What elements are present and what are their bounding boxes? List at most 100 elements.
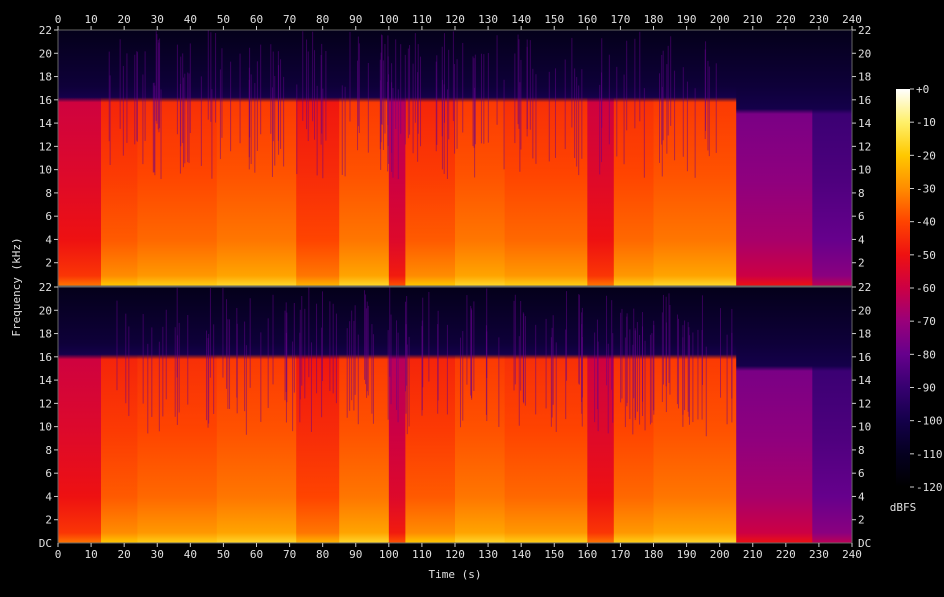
spectro-streak — [462, 42, 464, 133]
spectro-streak — [666, 64, 668, 154]
y-tick-label-right: 20 — [858, 304, 871, 317]
spectro-streak — [187, 314, 189, 405]
spectro-streak — [322, 88, 324, 179]
spectro-streak — [524, 316, 526, 406]
spectro-streak — [564, 59, 566, 150]
spectro-streak — [387, 330, 389, 420]
spectro-streak — [612, 333, 614, 423]
x-tick-label-bottom: 220 — [776, 548, 796, 561]
spectro-streak — [414, 33, 416, 123]
spectro-streak — [407, 48, 409, 139]
spectro-streak — [456, 59, 458, 149]
x-tick-label-bottom: 30 — [151, 548, 164, 561]
spectro-streak — [653, 320, 655, 411]
colorbar — [896, 89, 910, 487]
spectro-streak — [670, 36, 672, 126]
spectro-streak — [226, 299, 228, 389]
spectro-streak — [189, 43, 191, 134]
spectro-streak — [278, 65, 280, 155]
x-tick-label-top: 80 — [316, 13, 329, 26]
spectro-streak — [222, 287, 224, 378]
spectro-segment-ch2-13 — [736, 287, 813, 543]
x-tick-label-top: 150 — [544, 13, 564, 26]
colorbar-tick-label: -120 — [916, 481, 943, 494]
spectro-streak — [151, 327, 153, 417]
x-tick-label-bottom: 120 — [445, 548, 465, 561]
spectro-streak — [682, 67, 684, 157]
spectro-streak — [388, 74, 390, 164]
y-tick-label-left: 6 — [45, 467, 52, 480]
y-tick-label-right: 16 — [858, 94, 871, 107]
spectro-streak — [272, 294, 274, 385]
spectro-streak — [555, 342, 557, 432]
spectro-streak — [686, 81, 688, 172]
x-tick-label-top: 110 — [412, 13, 432, 26]
spectro-streak — [687, 322, 689, 412]
y-tick-label-right: 18 — [858, 328, 871, 341]
x-tick-label-bottom: 90 — [349, 548, 362, 561]
spectro-streak — [446, 324, 448, 415]
spectro-streak — [674, 70, 676, 161]
spectro-streak — [316, 85, 318, 176]
spectro-segment-ch1-9 — [504, 30, 588, 286]
spectro-streak — [154, 85, 156, 176]
spectro-streak — [523, 313, 525, 404]
spectro-streak — [535, 324, 537, 415]
spectro-streak — [513, 300, 515, 391]
x-tick-label-bottom: 110 — [412, 548, 432, 561]
spectro-streak — [213, 324, 215, 414]
spectro-streak — [274, 75, 276, 166]
spectro-streak — [358, 43, 360, 133]
spectro-streak — [108, 51, 110, 142]
spectro-streak — [708, 66, 710, 157]
spectro-streak — [308, 287, 310, 378]
spectro-streak — [726, 334, 728, 425]
spectro-streak — [661, 86, 663, 177]
spectro-streak — [408, 336, 410, 427]
spectro-streak — [644, 340, 646, 431]
y-tick-label-right: 20 — [858, 47, 871, 60]
spectrogram-chart: 2 2 4 4 6 6 8 8 10 10 12 12 14 14 16 16 18 18 20 20 22 22 2 2 4 4… — [0, 0, 944, 593]
colorbar-label: dBFS — [890, 501, 917, 514]
spectro-streak — [284, 310, 286, 401]
spectro-streak — [230, 61, 232, 152]
spectro-streak — [332, 303, 334, 394]
spectro-streak — [472, 56, 474, 147]
y-tick-label-left: 20 — [39, 47, 52, 60]
spectro-streak — [639, 334, 641, 425]
spectro-streak — [391, 63, 393, 153]
x-tick-label-bottom: 10 — [84, 548, 97, 561]
spectro-streak — [346, 328, 348, 418]
spectro-streak — [443, 33, 445, 123]
spectro-streak — [576, 76, 578, 167]
spectro-streak — [250, 74, 252, 164]
spectro-segment-ch1-3 — [216, 30, 297, 286]
spectro-streak — [267, 318, 269, 408]
spectro-streak — [147, 343, 149, 434]
spectro-streak — [518, 39, 520, 129]
spectro-streak — [611, 300, 613, 390]
spectro-streak — [260, 332, 262, 422]
spectro-streak — [244, 321, 246, 412]
spectro-streak — [473, 301, 475, 391]
x-tick-label-bottom: 40 — [184, 548, 197, 561]
y-tick-label-right: 22 — [858, 281, 871, 294]
spectro-streak — [448, 49, 450, 140]
spectro-streak — [182, 53, 184, 144]
x-tick-label-bottom: 180 — [644, 548, 664, 561]
x-tick-label-top: 10 — [84, 13, 97, 26]
x-tick-label-top: 100 — [379, 13, 399, 26]
spectro-streak — [616, 66, 618, 157]
spectro-streak — [382, 60, 384, 150]
colorbar-tick-label: -90 — [916, 382, 936, 395]
spectro-streak — [159, 38, 161, 129]
spectro-streak — [293, 302, 295, 393]
spectro-segment-ch2-0 — [58, 287, 102, 543]
spectro-streak — [176, 44, 178, 135]
spectro-streak — [210, 32, 212, 122]
x-tick-label-bottom: 160 — [577, 548, 597, 561]
spectro-streak — [599, 84, 601, 175]
spectro-streak — [662, 50, 664, 141]
spectro-streak — [341, 85, 343, 175]
spectro-streak — [134, 54, 136, 145]
